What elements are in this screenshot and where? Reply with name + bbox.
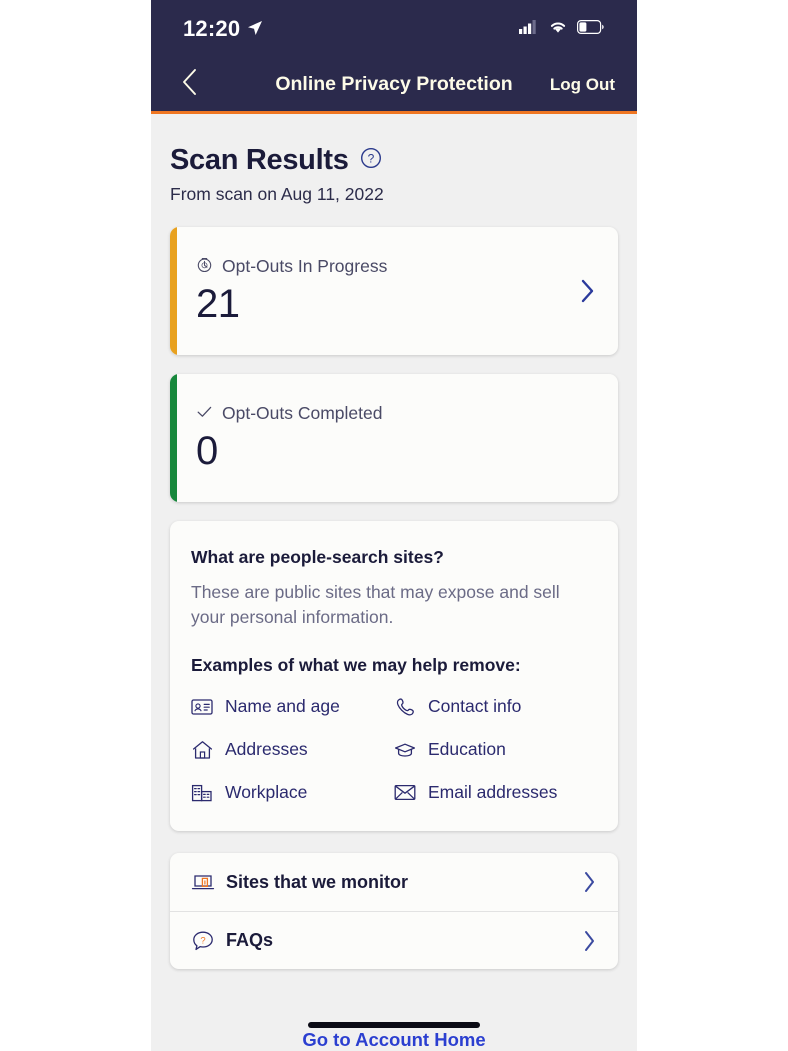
scan-date-subtitle: From scan on Aug 11, 2022 (170, 184, 384, 204)
check-icon (196, 403, 213, 425)
example-label: Addresses (225, 739, 308, 759)
cellular-signal-icon (519, 19, 539, 39)
link-row-faqs[interactable]: ? FAQs (170, 911, 618, 969)
chevron-right-icon[interactable] (582, 870, 597, 894)
example-label: Email addresses (428, 782, 558, 802)
home-icon (191, 740, 213, 760)
link-row-sites-that-we-monitor[interactable]: Sites that we monitor (170, 853, 618, 911)
link-row-label: FAQs (226, 930, 274, 950)
info-card: What are people-search sites? These are … (170, 521, 618, 831)
graduation-cap-icon (394, 741, 416, 759)
stat-card-label: Opt-Outs Completed (222, 403, 383, 423)
id-card-icon (191, 698, 213, 716)
footer-bar: Go to Account Home (151, 992, 637, 1051)
example-contact-info: Contact info (394, 696, 597, 717)
battery-icon (577, 19, 605, 39)
example-label: Workplace (225, 782, 308, 802)
link-row-label: Sites that we monitor (226, 871, 409, 892)
chevron-left-icon (180, 67, 200, 102)
screenshot-root: 12:20 Online Privacy Protection Log Out … (0, 0, 788, 1051)
info-card-heading: What are people-search sites? (191, 547, 444, 567)
example-name-and-age: Name and age (191, 696, 394, 717)
question-circle-icon[interactable]: ? (360, 147, 382, 174)
status-time-group: 12:20 (183, 16, 263, 42)
stat-card-body: Opt-Outs Completed 0 (170, 403, 618, 474)
home-indicator (308, 1022, 480, 1028)
question-bubble-icon: ? (191, 930, 217, 952)
back-button[interactable] (173, 68, 207, 102)
clock-progress-icon (196, 256, 213, 278)
status-bar: 12:20 (151, 0, 637, 58)
stat-card-list: Opt-Outs In Progress 21 Opt-Outs Complet… (151, 205, 637, 502)
page-title: Scan Results (170, 144, 349, 176)
wifi-icon (548, 19, 568, 39)
example-workplace: Workplace (191, 782, 394, 803)
phone-icon (394, 697, 416, 717)
example-education: Education (394, 739, 597, 760)
go-to-account-home-link[interactable]: Go to Account Home (302, 1029, 485, 1051)
stat-card-value: 21 (196, 281, 240, 326)
laptop-monitor-icon (191, 872, 217, 892)
accent-bar-amber (170, 227, 177, 355)
stat-card-label-row: Opt-Outs Completed (196, 403, 618, 425)
link-row-card: Sites that we monitor ? FAQs (170, 853, 618, 969)
example-label: Name and age (225, 696, 340, 716)
envelope-icon (394, 784, 416, 801)
svg-text:?: ? (367, 151, 374, 165)
main-content: Scan Results ? From scan on Aug 11, 2022 (151, 114, 637, 1048)
accent-bar-green (170, 374, 177, 502)
examples-grid: Name and age Contact info Addresses Educ… (191, 696, 597, 803)
stat-card-opt-outs-in-progress[interactable]: Opt-Outs In Progress 21 (170, 227, 618, 355)
example-label: Contact info (428, 696, 522, 716)
nav-bar: Online Privacy Protection Log Out (151, 58, 637, 114)
chevron-right-icon[interactable] (582, 929, 597, 953)
page-header: Scan Results ? From scan on Aug 11, 2022 (151, 114, 637, 205)
status-indicators (519, 19, 605, 39)
example-email-addresses: Email addresses (394, 782, 597, 803)
stat-card-body: Opt-Outs In Progress 21 (170, 256, 579, 327)
title-row: Scan Results ? (170, 144, 618, 177)
logout-button[interactable]: Log Out (550, 75, 615, 95)
info-card-examples-heading: Examples of what we may help remove: (191, 655, 521, 675)
stat-card-opt-outs-completed[interactable]: Opt-Outs Completed 0 (170, 374, 618, 502)
example-label: Education (428, 739, 506, 759)
location-arrow-icon (247, 16, 263, 42)
stat-card-label-row: Opt-Outs In Progress (196, 256, 579, 278)
chevron-right-icon[interactable] (579, 278, 618, 304)
status-time-label: 12:20 (183, 16, 241, 41)
phone-viewport: 12:20 Online Privacy Protection Log Out … (151, 0, 637, 1051)
stat-card-label: Opt-Outs In Progress (222, 256, 388, 276)
example-addresses: Addresses (191, 739, 394, 760)
office-building-icon (191, 784, 213, 802)
svg-text:?: ? (200, 935, 205, 946)
info-card-body: These are public sites that may expose a… (191, 582, 560, 627)
stat-card-value: 0 (196, 428, 218, 473)
